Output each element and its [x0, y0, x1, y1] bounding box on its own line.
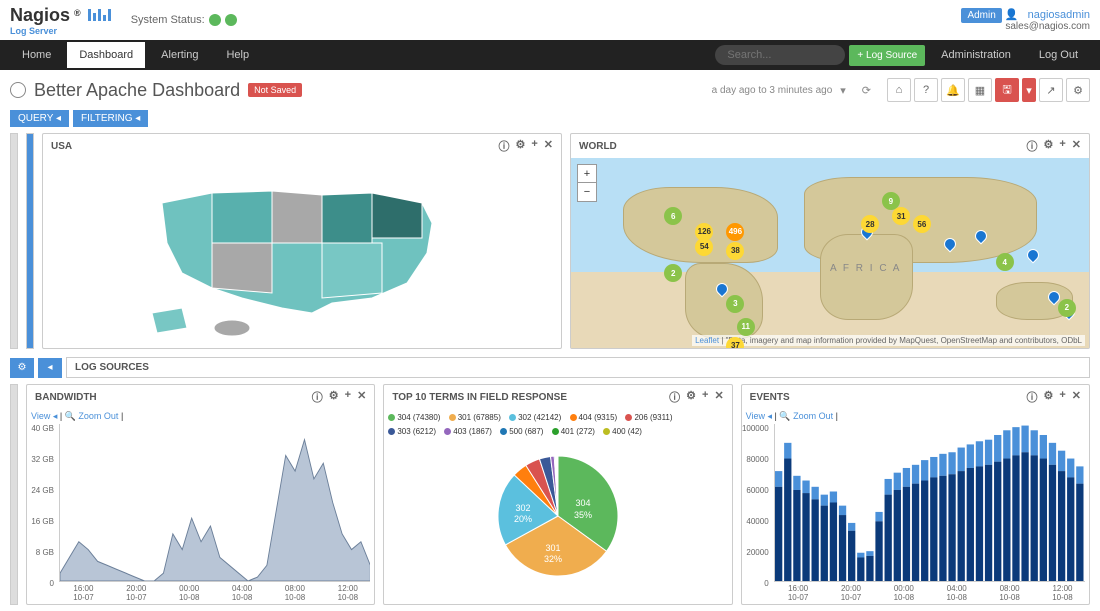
gear-icon[interactable]: ⚙ — [1043, 389, 1053, 405]
close-icon[interactable]: ✕ — [714, 389, 723, 405]
row-handle[interactable] — [10, 133, 18, 349]
plus-icon[interactable]: + — [1059, 389, 1065, 405]
panel-title-world: WORLD — [579, 141, 617, 152]
map-cluster-marker[interactable]: 496 — [726, 223, 744, 241]
user-icon: 👤 — [1005, 9, 1019, 21]
plus-icon[interactable]: + — [531, 138, 537, 154]
gear-icon[interactable]: ⚙ — [686, 389, 696, 405]
map-cluster-marker[interactable]: 4 — [996, 253, 1014, 271]
alerts-button[interactable]: 🔔 — [941, 78, 965, 102]
close-icon[interactable]: ✕ — [1072, 389, 1081, 405]
pie-legend: 304 (74380) 301 (67885) 302 (42142) 404 … — [384, 409, 731, 441]
world-map[interactable]: A F R I C A +− Leaflet | "Data, imagery … — [571, 158, 1089, 348]
row-collapse-icon[interactable]: ◂ — [38, 358, 62, 378]
svg-text:304: 304 — [575, 498, 590, 508]
svg-text:20%: 20% — [514, 514, 532, 524]
zoom-control[interactable]: +− — [577, 164, 597, 202]
row-title-log-sources: LOG SOURCES — [66, 357, 1090, 378]
map-cluster-marker[interactable]: 11 — [737, 318, 755, 336]
time-range-label[interactable]: a day ago to 3 minutes ago — [712, 85, 833, 96]
map-cluster-marker[interactable]: 56 — [913, 215, 931, 233]
nav-home[interactable]: Home — [10, 42, 63, 68]
usa-map[interactable] — [43, 158, 561, 348]
row-handle[interactable] — [10, 384, 18, 605]
panel-title-bandwidth: BANDWIDTH — [35, 392, 97, 403]
page-title: Better Apache Dashboard — [34, 80, 240, 101]
nav-administration[interactable]: Administration — [929, 42, 1023, 68]
panel-title-usa: USA — [51, 141, 72, 152]
row-handle-active[interactable] — [26, 133, 34, 349]
map-cluster-marker[interactable]: 2 — [664, 264, 682, 282]
info-icon[interactable]: ⓘ — [1026, 389, 1037, 405]
panel-title-events: EVENTS — [750, 392, 790, 403]
plus-icon[interactable]: + — [345, 389, 351, 405]
home-button[interactable]: ⌂ — [887, 78, 911, 102]
svg-text:301: 301 — [545, 543, 560, 553]
zoom-out-icon: − — [578, 183, 596, 201]
svg-text:35%: 35% — [574, 510, 592, 520]
logo-bars-icon — [88, 9, 111, 21]
svg-text:302: 302 — [515, 503, 530, 513]
save-button[interactable]: 🖫 — [995, 78, 1019, 102]
logo-text: Nagios — [10, 5, 70, 25]
zoom-out-link[interactable]: Zoom Out — [793, 411, 833, 421]
map-cluster-marker[interactable]: 38 — [726, 242, 744, 260]
gear-icon[interactable]: ⚙ — [515, 138, 525, 154]
map-cluster-marker[interactable]: 28 — [861, 215, 879, 233]
help-button[interactable]: ? — [914, 78, 938, 102]
panel-title-top10: TOP 10 TERMS IN FIELD RESPONSE — [392, 392, 567, 403]
plus-icon[interactable]: + — [702, 389, 708, 405]
leaflet-link[interactable]: Leaflet — [695, 336, 719, 345]
info-icon[interactable]: ⓘ — [498, 138, 509, 154]
map-attribution: | "Data, imagery and map information pro… — [719, 336, 1082, 345]
not-saved-badge: Not Saved — [248, 83, 302, 97]
plus-icon[interactable]: + — [1059, 138, 1065, 154]
info-icon[interactable]: ⓘ — [1026, 138, 1037, 154]
system-status-label: System Status: — [131, 14, 205, 26]
globe-icon — [10, 82, 26, 98]
close-icon[interactable]: ✕ — [1072, 138, 1081, 154]
bandwidth-chart[interactable]: 40 GB32 GB24 GB16 GB8 GB0 16:0010-0720:0… — [27, 424, 374, 604]
zoom-in-icon: + — [578, 165, 596, 183]
view-link[interactable]: View ◂ — [31, 411, 57, 421]
close-icon[interactable]: ✕ — [544, 138, 553, 154]
chevron-down-icon[interactable]: ▾ — [840, 84, 846, 97]
username-link[interactable]: nagiosadmin — [1028, 9, 1090, 21]
svg-text:32%: 32% — [544, 554, 562, 564]
info-icon[interactable]: ⓘ — [312, 389, 323, 405]
status-ok-icon — [209, 14, 221, 26]
panel-button[interactable]: ▦ — [968, 78, 992, 102]
view-link[interactable]: View ◂ — [746, 411, 772, 421]
map-cluster-marker[interactable]: 54 — [695, 238, 713, 256]
zoom-out-link[interactable]: Zoom Out — [78, 411, 118, 421]
gear-icon[interactable]: ⚙ — [1043, 138, 1053, 154]
refresh-icon[interactable]: ⟳ — [862, 84, 871, 97]
query-toggle[interactable]: QUERY ◂ — [10, 110, 69, 127]
close-icon[interactable]: ✕ — [357, 389, 366, 405]
nav-dashboard[interactable]: Dashboard — [67, 42, 145, 68]
product-name: Log Server — [10, 26, 123, 36]
info-icon[interactable]: ⓘ — [669, 389, 680, 405]
share-button[interactable]: ↗ — [1039, 78, 1063, 102]
nav-logout[interactable]: Log Out — [1027, 42, 1090, 68]
search-input[interactable] — [715, 45, 845, 65]
admin-badge: Admin — [961, 8, 1001, 23]
filtering-toggle[interactable]: FILTERING ◂ — [73, 110, 148, 127]
settings-button[interactable]: ⚙ — [1066, 78, 1090, 102]
save-dropdown[interactable]: ▾ — [1022, 78, 1036, 102]
nav-alerting[interactable]: Alerting — [149, 42, 210, 68]
events-chart[interactable]: 100000800006000040000200000 16:0010-0720… — [742, 424, 1089, 604]
row-settings-icon[interactable]: ⚙ — [10, 358, 34, 378]
nav-help[interactable]: Help — [214, 42, 261, 68]
gear-icon[interactable]: ⚙ — [329, 389, 339, 405]
add-log-source-button[interactable]: + Log Source — [849, 45, 925, 66]
status-ok-icon — [225, 14, 237, 26]
pie-chart[interactable]: 304 35% 30132% 30220% — [384, 441, 731, 591]
map-cluster-marker[interactable]: 2 — [1058, 299, 1076, 317]
